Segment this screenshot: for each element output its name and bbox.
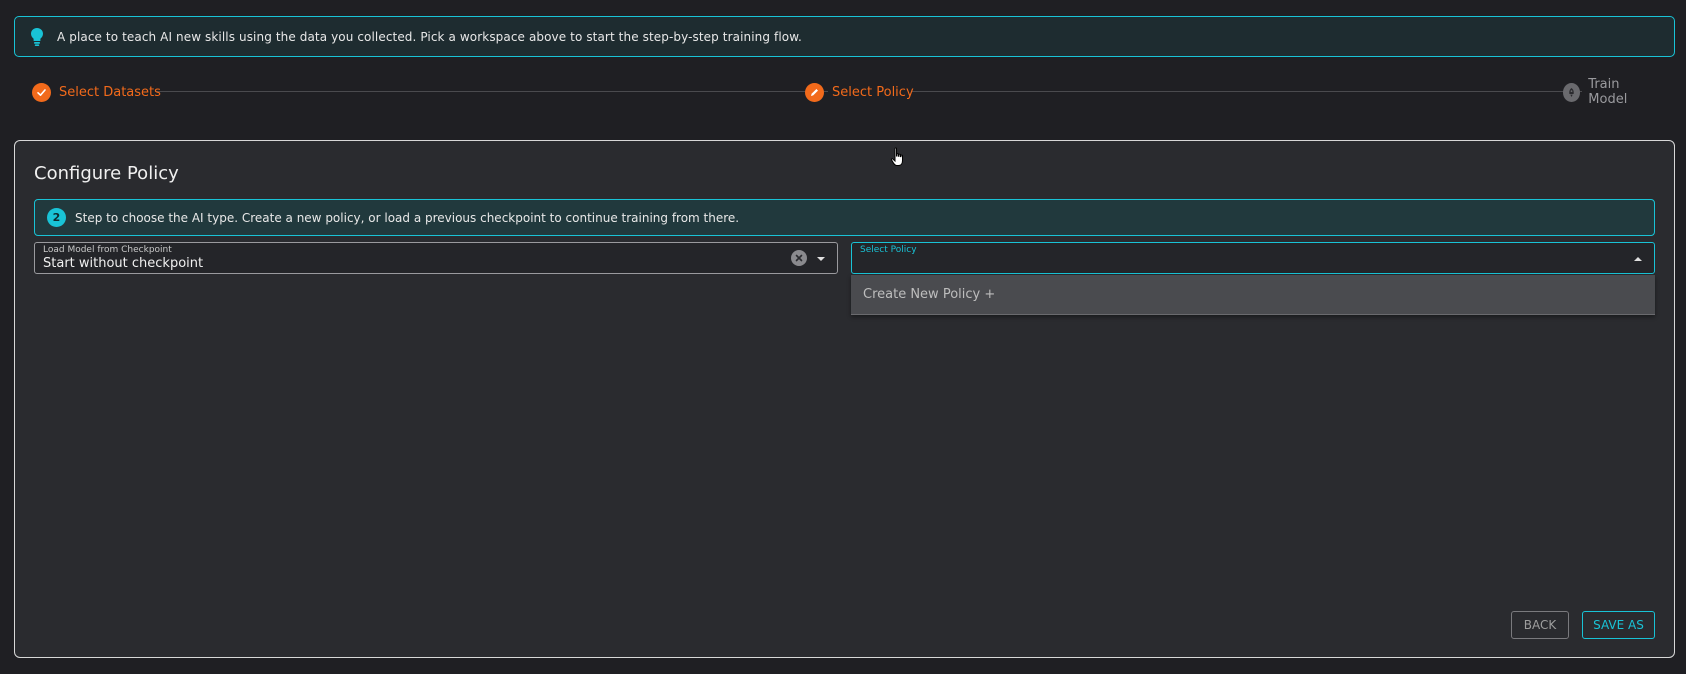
chevron-down-icon[interactable] bbox=[816, 254, 826, 264]
panel-title: Configure Policy bbox=[34, 163, 179, 184]
info-banner: A place to teach AI new skills using the… bbox=[14, 16, 1675, 57]
stepper: Select Datasets Select Policy Train Mode… bbox=[32, 77, 1656, 107]
policy-dropdown-menu: Create New Policy + bbox=[851, 275, 1655, 315]
policy-select[interactable]: Select Policy bbox=[851, 242, 1655, 274]
checkpoint-select-label: Load Model from Checkpoint bbox=[43, 245, 172, 255]
save-as-button[interactable]: SAVE AS bbox=[1582, 611, 1655, 639]
step-instruction: 2 Step to choose the AI type. Create a n… bbox=[34, 199, 1655, 236]
pencil-icon bbox=[805, 82, 824, 102]
step-select-policy[interactable]: Select Policy bbox=[805, 81, 914, 103]
policy-select-label: Select Policy bbox=[860, 245, 917, 255]
step-label: Select Datasets bbox=[59, 84, 161, 100]
check-icon bbox=[32, 82, 51, 102]
step-label: Select Policy bbox=[832, 84, 914, 100]
create-new-policy-option[interactable]: Create New Policy + bbox=[863, 287, 995, 302]
lightbulb-icon bbox=[27, 26, 47, 48]
step-select-datasets[interactable]: Select Datasets bbox=[32, 81, 161, 103]
step-instruction-text: Step to choose the AI type. Create a new… bbox=[75, 210, 740, 225]
hand-cursor-icon bbox=[890, 147, 906, 167]
checkpoint-select[interactable]: Load Model from Checkpoint Start without… bbox=[34, 242, 838, 274]
rocket-icon bbox=[1563, 82, 1581, 102]
step-label: Train Model bbox=[1588, 77, 1628, 107]
info-banner-text: A place to teach AI new skills using the… bbox=[57, 29, 802, 44]
step-train-model[interactable]: Train Model bbox=[1563, 77, 1656, 107]
chevron-up-icon[interactable] bbox=[1633, 254, 1643, 264]
configure-policy-panel: Configure Policy 2 Step to choose the AI… bbox=[14, 140, 1675, 658]
back-button[interactable]: BACK bbox=[1511, 611, 1569, 639]
stepper-connector bbox=[912, 91, 1582, 92]
clear-icon[interactable] bbox=[791, 250, 807, 266]
step-number-badge: 2 bbox=[47, 208, 66, 227]
stepper-connector bbox=[156, 91, 828, 92]
checkpoint-select-value: Start without checkpoint bbox=[43, 256, 204, 271]
